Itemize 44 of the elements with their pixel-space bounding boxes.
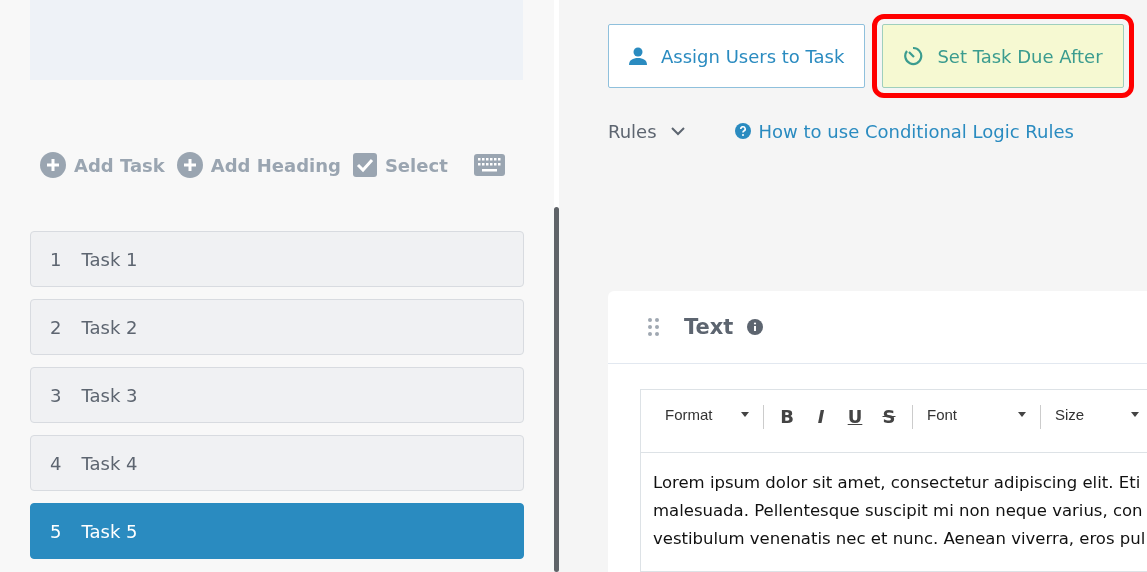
task-label: Task 3 — [81, 384, 138, 406]
chevron-down-icon — [670, 126, 685, 136]
task-row[interactable]: 5 Task 5 — [30, 503, 524, 559]
task-label: Task 2 — [81, 316, 138, 338]
font-dropdown[interactable]: Font — [919, 402, 1034, 427]
help-link[interactable]: How to use Conditional Logic Rules — [734, 120, 1074, 142]
checkbox-icon — [352, 153, 377, 177]
caret-icon — [1018, 412, 1026, 417]
timer-icon — [903, 46, 924, 66]
editor-text-line: vestibulum venenatis nec et nunc. Aenean viverra, eros pul — [653, 528, 1147, 550]
help-icon — [734, 123, 751, 139]
format-button[interactable]: I — [804, 402, 838, 431]
caret-icon — [1131, 412, 1139, 417]
scrollbar[interactable] — [554, 207, 559, 572]
rules-dropdown[interactable]: Rules — [608, 120, 685, 142]
task-number: 4 — [50, 452, 62, 474]
keyboard-icon[interactable] — [473, 154, 505, 176]
editor-text-line: Lorem ipsum dolor sit amet, consectetur adipiscing elit. Eti — [653, 472, 1142, 494]
format-dropdown[interactable]: Format — [657, 402, 757, 427]
task-label: Task 5 — [81, 520, 138, 542]
task-row[interactable]: 1 Task 1 — [30, 231, 524, 287]
user-icon — [629, 47, 647, 65]
format-button[interactable]: S — [872, 402, 906, 431]
editor-text-line: malesuada. Pellentesque suscipit mi non neque varius, con — [653, 500, 1144, 522]
block-title: Text — [684, 315, 734, 339]
format-button[interactable]: B — [770, 402, 804, 431]
task-label: Task 1 — [81, 248, 138, 270]
rich-text-editor[interactable] — [640, 389, 1147, 572]
task-row[interactable]: 4 Task 4 — [30, 435, 524, 491]
action-button[interactable]: Assign Users to Task — [608, 24, 866, 88]
size-dropdown[interactable]: Size — [1047, 402, 1147, 427]
plus-circle-icon — [40, 152, 66, 178]
caret-icon — [741, 412, 749, 417]
task-number: 3 — [50, 384, 62, 406]
task-number: 1 — [50, 248, 62, 270]
task-label: Task 4 — [81, 452, 138, 474]
drag-handle-icon[interactable] — [648, 318, 660, 336]
task-row[interactable]: 2 Task 2 — [30, 299, 524, 355]
format-button[interactable]: U — [838, 402, 872, 431]
task-row[interactable]: 3 Task 3 — [30, 367, 524, 423]
task-number: 2 — [50, 316, 62, 338]
task-number: 5 — [50, 520, 62, 542]
info-icon[interactable] — [747, 319, 764, 335]
plus-circle-icon — [176, 152, 203, 178]
